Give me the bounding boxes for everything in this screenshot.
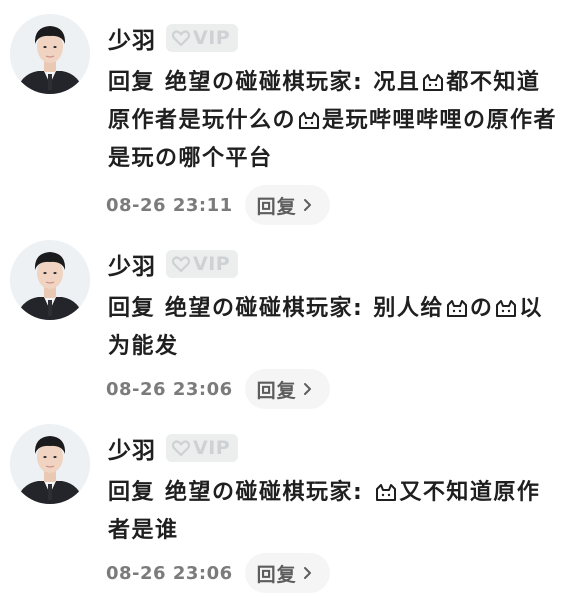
vip-badge: VIP [166,24,239,52]
vip-label: VIP [193,437,231,459]
timestamp: 08-26 23:11 [106,194,233,216]
cat-face-emoji-icon [299,112,320,129]
avatar-image [10,14,90,94]
cat-face-emoji-icon [496,300,517,317]
comment-header: 少羽 VIP [108,246,239,282]
reply-to-user[interactable]: 绝望の碰碰棋玩家 [165,480,353,505]
vip-label: VIP [193,27,231,49]
reply-button-label: 回复 [256,195,297,218]
timestamp: 08-26 23:06 [106,378,233,400]
reply-to-user[interactable]: 绝望の碰碰棋玩家 [165,296,353,321]
reply-prefix: 回复 [108,70,156,95]
chevron-right-icon [303,382,312,396]
reply-prefix: 回复 [108,480,156,505]
text-segment: 况且 [373,70,421,95]
username[interactable]: 少羽 [108,431,156,465]
reply-button[interactable]: 回复 [244,185,330,225]
cat-face-emoji-icon [376,484,397,501]
comment-meta: 08-26 23:11 回复 [106,184,330,226]
avatar-image [10,240,90,320]
timestamp: 08-26 23:06 [106,562,233,584]
comment-header: 少羽 VIP [108,430,239,466]
reply-button[interactable]: 回复 [244,553,330,593]
colon: : [353,480,364,505]
heart-outline-icon [172,256,190,272]
comment-meta: 08-26 23:06 回复 [106,552,330,594]
comment-text: 回复 绝望の碰碰棋玩家: 又不知道原作者是谁 [108,474,558,550]
cat-face-emoji-icon [446,300,467,317]
username[interactable]: 少羽 [108,21,156,55]
vip-badge: VIP [166,250,239,278]
colon: : [353,70,364,95]
text-segment: の [469,296,494,321]
comment-text: 回复 绝望の碰碰棋玩家: 况且 都不知道原作者是玩什么の 是玩哔哩哔哩の原作者是玩の哪个… [108,64,558,178]
comment-text: 回复 绝望の碰碰棋玩家: 别人给の以为能发 [108,290,558,366]
username[interactable]: 少羽 [108,247,156,281]
text-segment: 别人给 [373,296,444,321]
chevron-right-icon [303,566,312,580]
reply-button[interactable]: 回复 [244,369,330,409]
comment-meta: 08-26 23:06 回复 [106,368,330,410]
heart-outline-icon [172,30,190,46]
reply-button-label: 回复 [256,563,297,586]
reply-to-user[interactable]: 绝望の碰碰棋玩家 [165,70,353,95]
reply-button-label: 回复 [256,379,297,402]
avatar-image [10,424,90,504]
vip-label: VIP [193,253,231,275]
avatar[interactable] [10,240,90,320]
cat-face-emoji-icon [423,74,444,91]
reply-prefix: 回复 [108,296,156,321]
chevron-right-icon [303,198,312,212]
avatar[interactable] [10,424,90,504]
avatar[interactable] [10,14,90,94]
colon: : [353,296,364,321]
vip-badge: VIP [166,434,239,462]
comment-header: 少羽 VIP [108,20,239,56]
heart-outline-icon [172,440,190,456]
